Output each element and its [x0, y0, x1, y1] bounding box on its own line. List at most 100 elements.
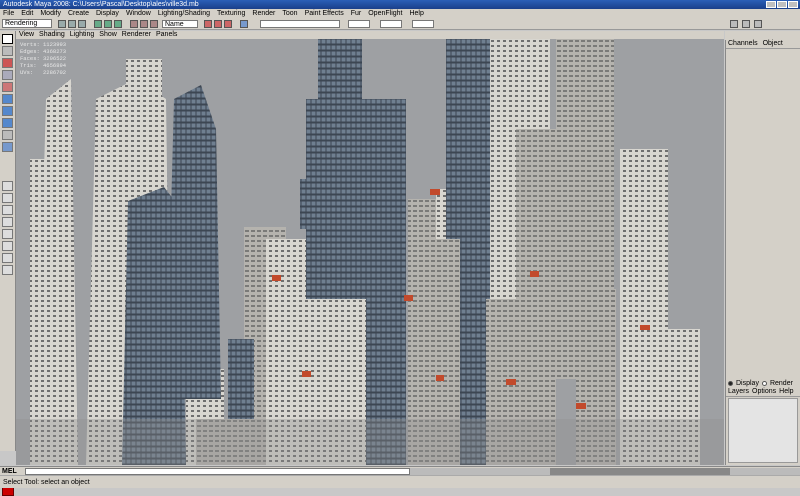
save-scene-icon[interactable] — [78, 20, 86, 28]
window-title: Autodesk Maya 2008: C:\Users\Pascal\Desk… — [3, 1, 199, 8]
title-bar: Autodesk Maya 2008: C:\Users\Pascal\Desk… — [0, 0, 800, 9]
show-tool-settings-icon[interactable] — [742, 20, 750, 28]
layout-custom-icon[interactable] — [2, 265, 13, 275]
object-menu[interactable]: Object — [763, 40, 783, 48]
layer-help-menu[interactable]: Help — [779, 388, 793, 396]
command-line: MEL — [0, 466, 800, 475]
panel-menu-panels[interactable]: Panels — [156, 31, 177, 39]
render-icon[interactable] — [204, 20, 212, 28]
panel-menu-show[interactable]: Show — [99, 31, 117, 39]
layout-four-icon[interactable] — [2, 193, 13, 203]
snap-curve-icon[interactable] — [140, 20, 148, 28]
scale-tool-icon[interactable] — [2, 94, 13, 104]
perspective-viewport[interactable]: Verts: 1123993 Edges: 4368273 Faces: 329652… — [16, 39, 724, 465]
menu-file[interactable]: File — [3, 9, 14, 18]
select-hierarchy-icon[interactable] — [94, 20, 102, 28]
layout-graph-icon[interactable] — [2, 229, 13, 239]
options-menu[interactable]: Options — [752, 388, 776, 396]
menu-fur[interactable]: Fur — [351, 9, 362, 18]
layout-single-icon[interactable] — [2, 181, 13, 191]
paint-select-icon[interactable] — [2, 58, 13, 68]
help-line: Select Tool: select an object — [0, 475, 800, 488]
hud-row-verts: Verts: 1123993 — [20, 41, 67, 48]
menu-help[interactable]: Help — [409, 9, 423, 18]
layers-menu[interactable]: Layers — [728, 388, 749, 396]
show-channel-box-icon[interactable] — [754, 20, 762, 28]
hud-row-uvs: UVs: 2286702 — [20, 69, 67, 76]
panel-menu-shading[interactable]: Shading — [39, 31, 65, 39]
hud-row-tris: Tris: 4656894 — [20, 62, 67, 69]
display-layer-label: Display — [736, 379, 759, 387]
minimize-icon[interactable] — [766, 1, 776, 8]
menu-texturing[interactable]: Texturing — [217, 9, 245, 18]
render-layer-radio[interactable] — [761, 380, 767, 386]
panel-menu-renderer[interactable]: Renderer — [122, 31, 151, 39]
close-icon[interactable] — [788, 1, 798, 8]
menu-openflight[interactable]: OpenFlight — [368, 9, 402, 18]
input-field-y[interactable] — [380, 20, 402, 28]
rotate-tool-icon[interactable] — [2, 82, 13, 92]
menu-paint-effects[interactable]: Paint Effects — [305, 9, 344, 18]
mel-command-input[interactable] — [25, 468, 410, 475]
layer-editor-menu: Layers Options Help — [726, 388, 800, 397]
toolbox — [0, 31, 16, 496]
layer-list[interactable] — [728, 398, 798, 463]
layer-editor-tabs: Display Render — [726, 378, 800, 388]
layout-hypershade-icon[interactable] — [2, 241, 13, 251]
main-menu-bar: File Edit Modify Create Display Window L… — [0, 9, 800, 18]
select-object-icon[interactable] — [104, 20, 112, 28]
menu-modify[interactable]: Modify — [40, 9, 61, 18]
panel-menu-view[interactable]: View — [19, 31, 34, 39]
move-tool-icon[interactable] — [2, 70, 13, 80]
menu-set-dropdown[interactable]: Rendering — [2, 19, 52, 28]
channel-box-menu: Channels Object — [726, 40, 800, 49]
show-attribute-editor-icon[interactable] — [730, 20, 738, 28]
render-settings-icon[interactable] — [224, 20, 232, 28]
channel-box: Channels Object Display Render Layers Op… — [725, 40, 800, 465]
open-scene-icon[interactable] — [68, 20, 76, 28]
snap-point-icon[interactable] — [150, 20, 158, 28]
select-component-icon[interactable] — [114, 20, 122, 28]
layout-outliner-icon[interactable] — [2, 253, 13, 263]
manipulator-icon[interactable] — [2, 106, 13, 116]
command-result-field — [410, 468, 800, 475]
hud-row-faces: Faces: 3296522 — [20, 55, 67, 62]
city-render — [16, 39, 724, 465]
snap-grid-icon[interactable] — [130, 20, 138, 28]
hud-row-edges: Edges: 4368273 — [20, 48, 67, 55]
soft-mod-icon[interactable] — [2, 118, 13, 128]
mel-label[interactable]: MEL — [2, 468, 24, 475]
camera-name-field[interactable]: Name — [162, 20, 198, 28]
status-line: Rendering Name — [0, 18, 800, 30]
input-field-x[interactable] — [348, 20, 370, 28]
window-controls — [766, 1, 798, 8]
menu-edit[interactable]: Edit — [21, 9, 33, 18]
channel-box-panel[interactable] — [728, 50, 798, 376]
layout-side-icon[interactable] — [2, 205, 13, 215]
menu-toon[interactable]: Toon — [282, 9, 297, 18]
heads-up-display: Verts: 1123993 Edges: 4368273 Faces: 329652… — [20, 41, 66, 76]
panel-menu-bar: View Shading Lighting Show Renderer Pane… — [16, 31, 724, 39]
help-line-text: Select Tool: select an object — [3, 479, 90, 486]
layout-persp-outliner-icon[interactable] — [2, 217, 13, 227]
maximize-icon[interactable] — [777, 1, 787, 8]
channel-box-toolbar — [725, 31, 800, 40]
scroll-thumb[interactable] — [550, 468, 730, 475]
numeric-input-field[interactable] — [260, 20, 340, 28]
hypershade-icon[interactable] — [240, 20, 248, 28]
menu-window[interactable]: Window — [126, 9, 151, 18]
menu-lighting-shading[interactable]: Lighting/Shading — [158, 9, 210, 18]
menu-display[interactable]: Display — [96, 9, 119, 18]
menu-render[interactable]: Render — [252, 9, 275, 18]
input-field-z[interactable] — [412, 20, 434, 28]
select-tool-icon[interactable] — [2, 34, 13, 44]
lasso-tool-icon[interactable] — [2, 46, 13, 56]
channels-menu[interactable]: Channels — [728, 40, 758, 48]
ipr-render-icon[interactable] — [214, 20, 222, 28]
last-tool-icon[interactable] — [2, 142, 13, 152]
display-layer-radio[interactable] — [728, 380, 733, 386]
new-scene-icon[interactable] — [58, 20, 66, 28]
panel-menu-lighting[interactable]: Lighting — [70, 31, 95, 39]
menu-create[interactable]: Create — [68, 9, 89, 18]
show-manipulator-icon[interactable] — [2, 130, 13, 140]
